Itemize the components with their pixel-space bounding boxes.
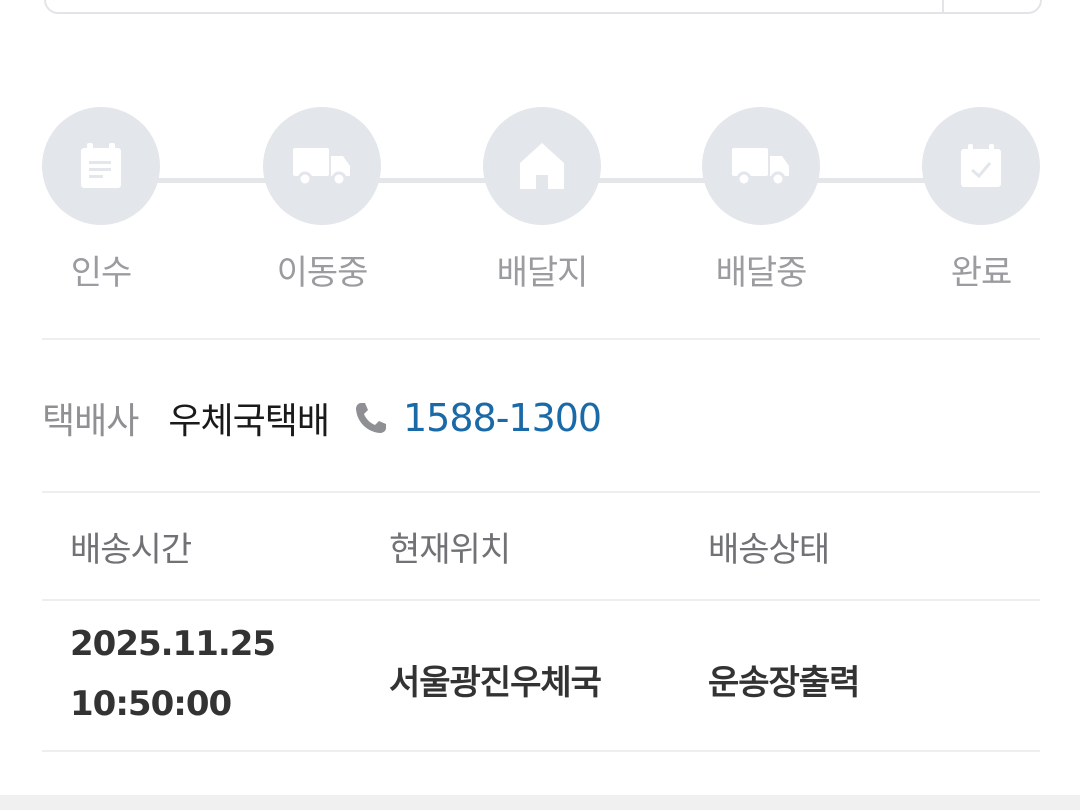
step-label: 배달중: [715, 253, 808, 293]
search-divider: [942, 0, 944, 12]
carrier-row: 택배사 우체국택배 1588-1300: [42, 388, 602, 448]
step-circle: [922, 107, 1040, 225]
row-status: 운송장출력: [708, 663, 860, 703]
calendar-check-icon: [961, 144, 1001, 187]
phone-icon: [353, 400, 389, 436]
divider: [42, 599, 1040, 601]
divider: [42, 338, 1040, 340]
document-icon: [81, 143, 121, 188]
search-box[interactable]: [44, 0, 1042, 14]
step-label: 배달지: [496, 253, 589, 293]
truck-icon: [293, 148, 350, 186]
step-label: 완료: [950, 253, 1013, 293]
home-icon: [520, 143, 564, 189]
carrier-key: 택배사: [42, 401, 139, 442]
divider: [42, 750, 1040, 752]
step-received: 인수: [41, 107, 161, 294]
step-label: 인수: [70, 253, 133, 293]
step-in-transit: 이동중: [262, 107, 382, 294]
divider: [42, 491, 1040, 493]
step-out-for-delivery: 배달중: [701, 107, 821, 294]
row-date: 2025.11.25: [70, 624, 276, 664]
truck-icon: [732, 148, 789, 186]
header-status: 배송상태: [708, 530, 830, 570]
step-circle: [42, 107, 160, 225]
step-label: 이동중: [276, 253, 369, 293]
phone-link[interactable]: 1588-1300: [403, 396, 602, 440]
step-circle: [263, 107, 381, 225]
step-completed: 완료: [921, 107, 1041, 294]
step-circle: [702, 107, 820, 225]
step-circle: [483, 107, 601, 225]
header-time: 배송시간: [70, 530, 192, 570]
row-location: 서울광진우체국: [389, 663, 602, 703]
bottom-bar: [0, 795, 1080, 810]
carrier-name: 우체국택배: [168, 401, 330, 442]
row-time: 10:50:00: [70, 684, 232, 724]
header-location: 현재위치: [389, 530, 511, 570]
step-destination: 배달지: [482, 107, 602, 294]
